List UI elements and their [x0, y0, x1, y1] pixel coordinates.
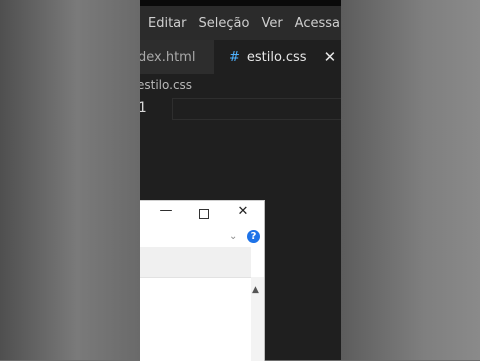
scrollbar[interactable]: ▲ [251, 277, 264, 361]
menu-editar[interactable]: Editar [148, 16, 187, 31]
maximize-icon [199, 209, 209, 219]
background-right [341, 0, 480, 360]
close-button[interactable]: ✕ [235, 204, 251, 219]
css-file-icon: # [229, 49, 240, 65]
close-tab-icon[interactable]: ✕ [324, 48, 337, 66]
menu-ver[interactable]: Ver [261, 16, 282, 31]
tab-index-html[interactable]: dex.html [140, 40, 219, 74]
help-icon[interactable]: ? [247, 230, 260, 243]
breadcrumb[interactable]: estilo.css [140, 78, 192, 92]
menu-acessar[interactable]: Acessar [295, 16, 341, 31]
menu-bar: Editar Seleção Ver Acessar [140, 6, 341, 40]
menu-selecao[interactable]: Seleção [199, 16, 250, 31]
dialog-content[interactable] [140, 277, 251, 361]
scroll-up-icon[interactable]: ▲ [252, 285, 259, 295]
tab-estilo-css[interactable]: # estilo.css ✕ [214, 40, 341, 74]
maximize-button[interactable] [196, 205, 212, 223]
tab-label: estilo.css [246, 49, 307, 65]
dialog-toolbar [140, 247, 251, 277]
dialog-title-bar: — ✕ [140, 201, 264, 227]
line-number: 1 [140, 100, 147, 116]
tab-label: dex.html [140, 49, 196, 65]
background-left [0, 0, 140, 360]
minimize-button[interactable]: — [158, 203, 174, 218]
current-line-highlight[interactable] [172, 98, 341, 120]
file-dialog: — ✕ ⌄ ? ▲ [140, 200, 265, 361]
chevron-down-icon[interactable]: ⌄ [229, 231, 237, 242]
tab-bar: dex.html # estilo.css ✕ [140, 40, 341, 74]
